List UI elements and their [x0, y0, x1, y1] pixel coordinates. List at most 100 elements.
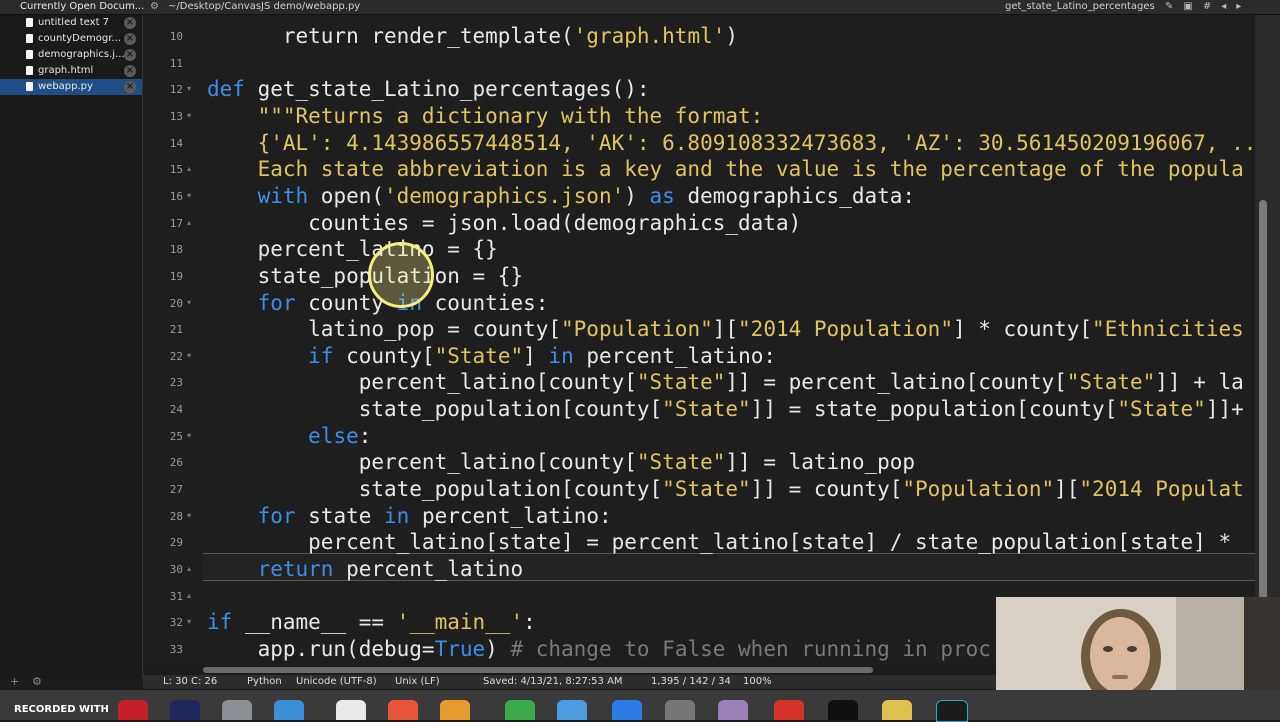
sidebar-document[interactable]: demographics.j... × [0, 47, 142, 63]
code-token: ]]+ [1205, 397, 1244, 422]
code-line[interactable]: counties = json.load(demographics_data) [207, 210, 801, 236]
fold-icon[interactable]: ▴ [187, 218, 191, 227]
sidebar-document[interactable]: webapp.py × [0, 79, 142, 95]
code-token: Each state abbreviation is a key and the… [207, 157, 1244, 182]
app-icon-red[interactable] [118, 700, 148, 720]
close-icon[interactable]: × [124, 81, 136, 93]
code-line[interactable]: app.run(debug=True) # change to False wh… [207, 636, 991, 662]
code-line[interactable]: state_population[county["State"]] = stat… [207, 396, 1244, 422]
code-line[interactable]: def get_state_Latino_percentages(): [207, 76, 650, 102]
line-number: 16 [169, 189, 183, 203]
code-line[interactable]: with open('demographics.json') as demogr… [207, 183, 915, 209]
code-line[interactable]: percent_latino[state] = percent_latino[s… [207, 529, 1231, 555]
notes-icon[interactable] [336, 700, 366, 720]
line-number: 24 [169, 403, 183, 417]
cursor-position[interactable]: L: 30 C: 26 [163, 675, 217, 689]
close-icon[interactable]: × [124, 33, 136, 45]
code-token: : [523, 610, 536, 635]
code-line[interactable]: {'AL': 4.143986557448514, 'AK': 6.809108… [207, 130, 1269, 156]
gear-icon[interactable]: ⚙ [150, 0, 159, 14]
code-line[interactable]: """Returns a dictionary with the format: [207, 103, 764, 129]
terminal-icon[interactable] [828, 700, 858, 720]
fold-icon[interactable]: ▴ [187, 591, 191, 600]
code-line[interactable]: percent_latino[county["State"]] = percen… [207, 369, 1244, 395]
app-icon-gray[interactable] [222, 700, 252, 720]
horizontal-scrollbar[interactable] [203, 665, 1003, 675]
toolbar-icons[interactable]: ✎▣#◂▸ [1165, 0, 1251, 14]
code-line[interactable]: state_population = {} [207, 263, 524, 289]
settings-icon[interactable]: ⚙ [32, 675, 42, 688]
photos-icon[interactable] [388, 700, 418, 720]
sidebar-document[interactable]: graph.html × [0, 63, 142, 79]
line-number: 20 [169, 296, 183, 310]
fold-icon[interactable]: ▾ [187, 84, 191, 93]
code-line[interactable]: Each state abbreviation is a key and the… [207, 156, 1244, 182]
encoding-menu[interactable]: Unicode (UTF-8) [296, 675, 377, 689]
code-token: : [358, 423, 372, 448]
fold-icon[interactable]: ▾ [187, 431, 191, 440]
language-menu[interactable]: Python [247, 675, 282, 689]
code-token: ] [523, 343, 549, 368]
code-token: "2014 Populat [1079, 477, 1244, 502]
system-prefs-icon[interactable] [665, 700, 695, 720]
code-line[interactable]: state_population[county["State"]] = coun… [207, 476, 1244, 502]
app-icon-blue[interactable] [557, 700, 587, 720]
app-icon-active[interactable] [936, 700, 968, 722]
vertical-scrollbar[interactable] [1255, 15, 1280, 665]
safari-icon[interactable] [274, 700, 304, 720]
code-token: "Ethnicities [1092, 317, 1244, 342]
sidebar-document[interactable]: countyDemogr... × [0, 31, 142, 47]
code-token: {'AL': 4.143986557448514, 'AK': 6.809108… [207, 130, 1270, 155]
fold-icon[interactable]: ▾ [187, 511, 191, 520]
code-token: open( [308, 183, 385, 208]
code-token: render_template( [358, 24, 574, 48]
open-documents-title: Currently Open Docum... [20, 1, 145, 12]
scroll-thumb[interactable] [203, 667, 873, 673]
line-endings-menu[interactable]: Unix (LF) [395, 675, 440, 689]
close-icon[interactable]: × [124, 65, 136, 77]
code-token: state [295, 503, 385, 528]
code-token: 'graph.html' [573, 24, 726, 48]
code-token: state_population[county[ [207, 477, 663, 502]
app-store-icon[interactable] [612, 700, 642, 720]
app-icon-red-2[interactable] [774, 700, 804, 720]
fold-icon[interactable]: ▾ [187, 111, 191, 120]
code-token: percent_latino = {} [207, 237, 498, 262]
code-line[interactable]: return percent_latino [207, 556, 524, 582]
numbers-icon[interactable] [505, 700, 535, 720]
code-token: state_population = {} [207, 263, 524, 288]
fold-icon[interactable]: ▾ [187, 298, 191, 307]
code-line[interactable]: percent_latino[county["State"]] = latino… [207, 449, 915, 475]
app-icon-yellow[interactable] [882, 700, 912, 720]
code-token: "State" [1066, 370, 1156, 395]
close-icon[interactable]: × [124, 49, 136, 61]
code-line[interactable]: if county["State"] in percent_latino: [207, 343, 776, 369]
fold-icon[interactable]: ▾ [187, 617, 191, 626]
file-path[interactable]: ~/Desktop/CanvasJS demo/webapp.py [168, 0, 360, 14]
zoom-level[interactable]: 100% [743, 675, 772, 689]
function-menu[interactable]: get_state_Latino_percentages [1005, 0, 1155, 14]
code-line[interactable]: for state in percent_latino: [207, 503, 612, 529]
add-icon[interactable]: + [10, 675, 19, 688]
code-token: percent_latino[state] = percent_latino[s… [207, 530, 1232, 555]
code-line[interactable]: latino_pop = county["Population"]["2014 … [207, 316, 1244, 342]
code-line[interactable]: if __name__ == '__main__': [207, 609, 536, 635]
mouse-cursor-highlight [368, 242, 434, 308]
sidebar-document[interactable]: untitled text 7 × [0, 15, 142, 31]
code-line[interactable]: else: [207, 423, 371, 449]
scroll-thumb[interactable] [1259, 200, 1267, 620]
code-line[interactable]: return render_template('graph.html') [207, 23, 738, 49]
fold-icon[interactable]: ▴ [187, 564, 191, 573]
fold-icon[interactable]: ▾ [187, 191, 191, 200]
close-icon[interactable]: × [124, 17, 136, 29]
app-icon-navy[interactable] [170, 700, 200, 720]
recorded-with-label: RECORDED WITH [14, 704, 109, 715]
code-line[interactable]: percent_latino = {} [207, 236, 498, 262]
code-token: ]] = state_population[county[ [750, 397, 1118, 422]
fold-icon[interactable]: ▾ [187, 351, 191, 360]
app-icon-purple[interactable] [718, 700, 748, 720]
fold-icon[interactable]: ▴ [187, 164, 191, 173]
app-icon-orange[interactable] [440, 700, 470, 720]
top-bar: Currently Open Docum... ⚙ ~/Desktop/Canv… [0, 0, 1280, 15]
code-editor[interactable]: 10 return render_template('graph.html') 1… [143, 15, 1269, 665]
